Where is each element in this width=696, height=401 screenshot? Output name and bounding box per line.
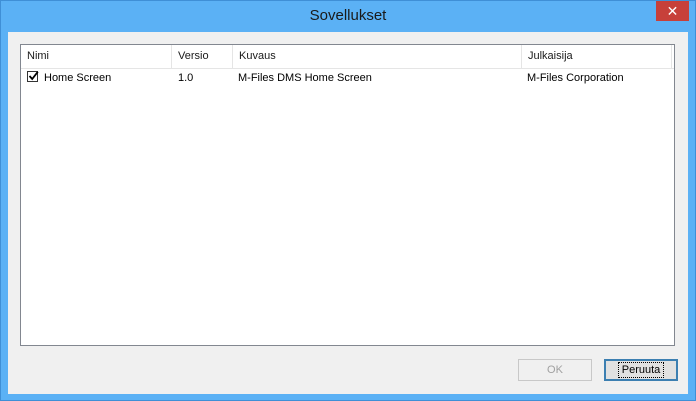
applications-list[interactable]: Nimi Versio Kuvaus Julkaisija Home Scree…: [20, 44, 675, 346]
ok-button-label: OK: [547, 364, 563, 376]
column-header-version[interactable]: Versio: [172, 45, 233, 68]
ok-button[interactable]: OK: [518, 359, 592, 381]
close-icon: ✕: [666, 3, 679, 19]
column-header-publisher[interactable]: Julkaisija: [522, 45, 672, 68]
title-bar[interactable]: Sovellukset ✕: [1, 1, 695, 33]
cancel-button-label: Peruuta: [617, 362, 665, 378]
cell-publisher: M-Files Corporation: [527, 72, 624, 84]
close-button[interactable]: ✕: [656, 1, 689, 21]
cancel-button[interactable]: Peruuta: [604, 359, 678, 381]
cell-name: Home Screen: [44, 72, 112, 84]
dialog-window: Sovellukset ✕ Nimi Versio Kuvaus Julkais…: [0, 0, 696, 401]
dialog-content: Nimi Versio Kuvaus Julkaisija Home Scree…: [8, 32, 688, 394]
window-title: Sovellukset: [309, 7, 387, 24]
list-header: Nimi Versio Kuvaus Julkaisija: [21, 45, 674, 69]
column-header-name[interactable]: Nimi: [21, 45, 172, 68]
enable-checkbox[interactable]: [27, 71, 39, 82]
column-header-description[interactable]: Kuvaus: [233, 45, 522, 68]
cell-description: M-Files DMS Home Screen: [238, 72, 372, 84]
table-row[interactable]: Home Screen 1.0 M-Files DMS Home Screen …: [21, 69, 674, 87]
checkmark-icon: [28, 71, 39, 81]
cell-version: 1.0: [178, 72, 194, 84]
